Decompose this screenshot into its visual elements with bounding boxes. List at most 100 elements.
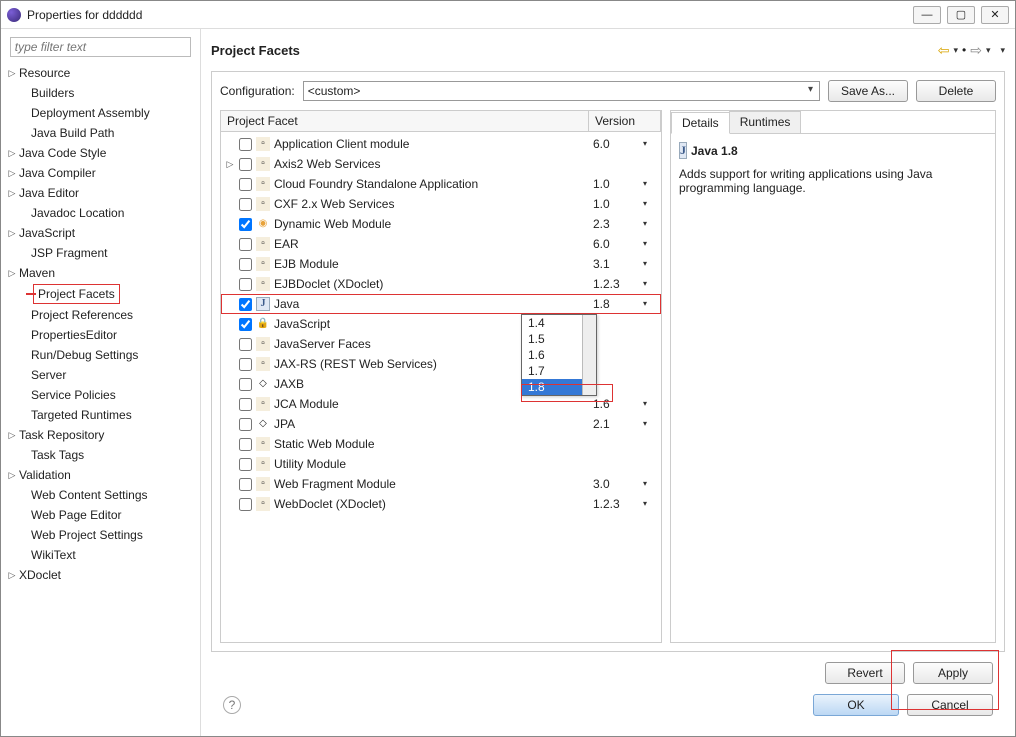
facet-checkbox[interactable] <box>239 278 252 291</box>
expand-icon[interactable]: ▷ <box>225 155 235 173</box>
facet-row[interactable]: ▷▫Axis2 Web Services <box>221 154 661 174</box>
version-dropdown-icon[interactable]: ▾ <box>643 175 657 193</box>
version-dropdown-icon[interactable]: ▾ <box>643 275 657 293</box>
sidebar-item-deployment-assembly[interactable]: Deployment Assembly <box>5 103 196 123</box>
sidebar-item-java-editor[interactable]: ▷Java Editor <box>5 183 196 203</box>
expand-icon[interactable]: ▷ <box>7 264 17 282</box>
facet-row[interactable]: ▫Static Web Module <box>221 434 661 454</box>
facet-row[interactable]: ▫EAR6.0▾ <box>221 234 661 254</box>
sidebar-item-jsp-fragment[interactable]: JSP Fragment <box>5 243 196 263</box>
forward-menu-icon[interactable]: ▾ <box>986 45 991 56</box>
sidebar-item-javadoc-location[interactable]: Javadoc Location <box>5 203 196 223</box>
facet-checkbox[interactable] <box>239 438 252 451</box>
tab-details[interactable]: Details <box>671 112 730 134</box>
facet-checkbox[interactable] <box>239 158 252 171</box>
sidebar-item-resource[interactable]: ▷Resource <box>5 63 196 83</box>
sidebar-item-project-facets[interactable]: Project Facets <box>5 283 196 305</box>
sidebar-item-service-policies[interactable]: Service Policies <box>5 385 196 405</box>
version-dropdown-icon[interactable]: ▾ <box>643 135 657 153</box>
facet-checkbox[interactable] <box>239 298 252 311</box>
forward-icon[interactable]: ⇨ <box>970 42 982 59</box>
sidebar-item-web-project-settings[interactable]: Web Project Settings <box>5 525 196 545</box>
facet-checkbox[interactable] <box>239 338 252 351</box>
sidebar-item-targeted-runtimes[interactable]: Targeted Runtimes <box>5 405 196 425</box>
delete-button[interactable]: Delete <box>916 80 996 102</box>
dropdown-scrollbar[interactable] <box>582 315 596 395</box>
facet-checkbox[interactable] <box>239 358 252 371</box>
expand-icon[interactable]: ▷ <box>7 64 17 82</box>
facet-row[interactable]: ▫EJB Module3.1▾ <box>221 254 661 274</box>
sidebar-item-javascript[interactable]: ▷JavaScript <box>5 223 196 243</box>
sidebar-item-server[interactable]: Server <box>5 365 196 385</box>
facet-checkbox[interactable] <box>239 138 252 151</box>
expand-icon[interactable]: ▷ <box>7 224 17 242</box>
sidebar-item-propertieseditor[interactable]: PropertiesEditor <box>5 325 196 345</box>
minimize-button[interactable]: — <box>913 6 941 24</box>
facet-row[interactable]: ▫Utility Module <box>221 454 661 474</box>
facet-row[interactable]: ▫WebDoclet (XDoclet)1.2.3▾ <box>221 494 661 514</box>
facet-checkbox[interactable] <box>239 198 252 211</box>
view-menu-icon[interactable]: ▾ <box>1000 45 1005 56</box>
sidebar-item-task-tags[interactable]: Task Tags <box>5 445 196 465</box>
facet-row[interactable]: ▫Web Fragment Module3.0▾ <box>221 474 661 494</box>
facet-row[interactable]: ◇JPA2.1▾ <box>221 414 661 434</box>
version-dropdown-icon[interactable]: ▾ <box>643 235 657 253</box>
facet-row[interactable]: JJava1.8▾ <box>221 294 661 314</box>
facet-checkbox[interactable] <box>239 378 252 391</box>
version-dropdown-icon[interactable]: ▾ <box>643 255 657 273</box>
col-version[interactable]: Version <box>589 111 661 131</box>
close-button[interactable]: ✕ <box>981 6 1009 24</box>
expand-icon[interactable]: ▷ <box>7 144 17 162</box>
facet-checkbox[interactable] <box>239 218 252 231</box>
version-dropdown-icon[interactable]: ▾ <box>643 215 657 233</box>
ok-button[interactable]: OK <box>813 694 899 716</box>
facet-checkbox[interactable] <box>239 418 252 431</box>
config-combo[interactable]: <custom> <box>303 81 820 101</box>
facet-row[interactable]: ▫EJBDoclet (XDoclet)1.2.3▾ <box>221 274 661 294</box>
tab-runtimes[interactable]: Runtimes <box>729 111 802 133</box>
facet-checkbox[interactable] <box>239 238 252 251</box>
version-dropdown-icon[interactable]: ▾ <box>643 195 657 213</box>
facet-checkbox[interactable] <box>239 258 252 271</box>
sidebar-item-web-content-settings[interactable]: Web Content Settings <box>5 485 196 505</box>
expand-icon[interactable]: ▷ <box>7 426 17 444</box>
version-dropdown-icon[interactable]: ▾ <box>643 395 657 413</box>
version-dropdown-icon[interactable]: ▾ <box>643 475 657 493</box>
version-dropdown-icon[interactable]: ▾ <box>643 495 657 513</box>
maximize-button[interactable]: ▢ <box>947 6 975 24</box>
sidebar-item-java-compiler[interactable]: ▷Java Compiler <box>5 163 196 183</box>
save-as-button[interactable]: Save As... <box>828 80 908 102</box>
facet-row[interactable]: ◉Dynamic Web Module2.3▾ <box>221 214 661 234</box>
facet-checkbox[interactable] <box>239 498 252 511</box>
version-dropdown-icon[interactable]: ▾ <box>643 295 657 313</box>
col-project-facet[interactable]: Project Facet <box>221 111 589 131</box>
sidebar-item-validation[interactable]: ▷Validation <box>5 465 196 485</box>
version-dropdown-icon[interactable]: ▾ <box>643 415 657 433</box>
facet-checkbox[interactable] <box>239 398 252 411</box>
sidebar-item-web-page-editor[interactable]: Web Page Editor <box>5 505 196 525</box>
facet-checkbox[interactable] <box>239 318 252 331</box>
sidebar-item-maven[interactable]: ▷Maven <box>5 263 196 283</box>
facet-checkbox[interactable] <box>239 458 252 471</box>
filter-input[interactable] <box>10 37 191 57</box>
facet-checkbox[interactable] <box>239 478 252 491</box>
sidebar-item-java-code-style[interactable]: ▷Java Code Style <box>5 143 196 163</box>
sidebar-item-xdoclet[interactable]: ▷XDoclet <box>5 565 196 585</box>
facet-row[interactable]: ▫Application Client module6.0▾ <box>221 134 661 154</box>
back-menu-icon[interactable]: ▾ <box>953 45 958 56</box>
sidebar-item-project-references[interactable]: Project References <box>5 305 196 325</box>
expand-icon[interactable]: ▷ <box>7 184 17 202</box>
sidebar-item-wikitext[interactable]: WikiText <box>5 545 196 565</box>
sidebar-item-run-debug-settings[interactable]: Run/Debug Settings <box>5 345 196 365</box>
back-icon[interactable]: ⇦ <box>938 42 950 59</box>
facet-row[interactable]: ▫Cloud Foundry Standalone Application1.0… <box>221 174 661 194</box>
facet-row[interactable]: ▫CXF 2.x Web Services1.0▾ <box>221 194 661 214</box>
sidebar-item-builders[interactable]: Builders <box>5 83 196 103</box>
expand-icon[interactable]: ▷ <box>7 466 17 484</box>
sidebar-item-task-repository[interactable]: ▷Task Repository <box>5 425 196 445</box>
facet-checkbox[interactable] <box>239 178 252 191</box>
expand-icon[interactable]: ▷ <box>7 164 17 182</box>
expand-icon[interactable]: ▷ <box>7 566 17 584</box>
help-icon[interactable]: ? <box>223 696 241 714</box>
sidebar-item-java-build-path[interactable]: Java Build Path <box>5 123 196 143</box>
